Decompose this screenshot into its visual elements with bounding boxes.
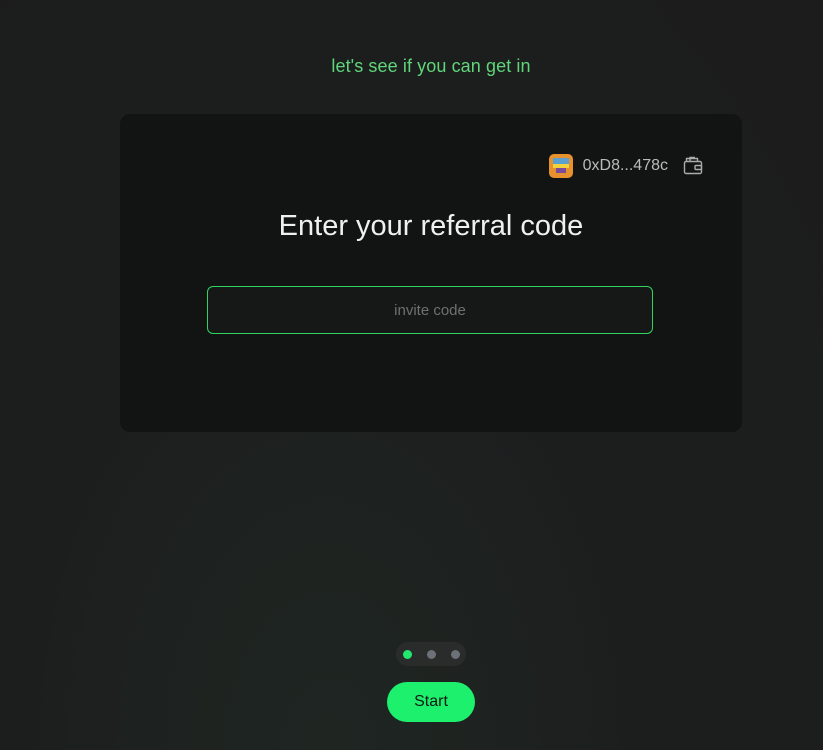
pixel-avatar-icon <box>548 154 573 178</box>
wallet-address: 0xD8...478c <box>582 157 668 174</box>
wallet-icon[interactable] <box>682 155 704 177</box>
start-button[interactable]: Start <box>387 682 475 722</box>
pagination-dot-1[interactable] <box>402 649 412 659</box>
tagline: let's see if you can get in <box>331 56 531 76</box>
referral-card: 0xD8...478c Enter your referral code <box>120 114 742 432</box>
pagination-dot-3[interactable] <box>450 649 460 659</box>
pagination-dot-2[interactable] <box>426 649 436 659</box>
page-title: Enter your referral code <box>278 210 584 242</box>
pagination-dots <box>396 642 466 666</box>
invite-code-input[interactable] <box>207 286 653 334</box>
wallet-info: 0xD8...478c <box>548 154 704 178</box>
